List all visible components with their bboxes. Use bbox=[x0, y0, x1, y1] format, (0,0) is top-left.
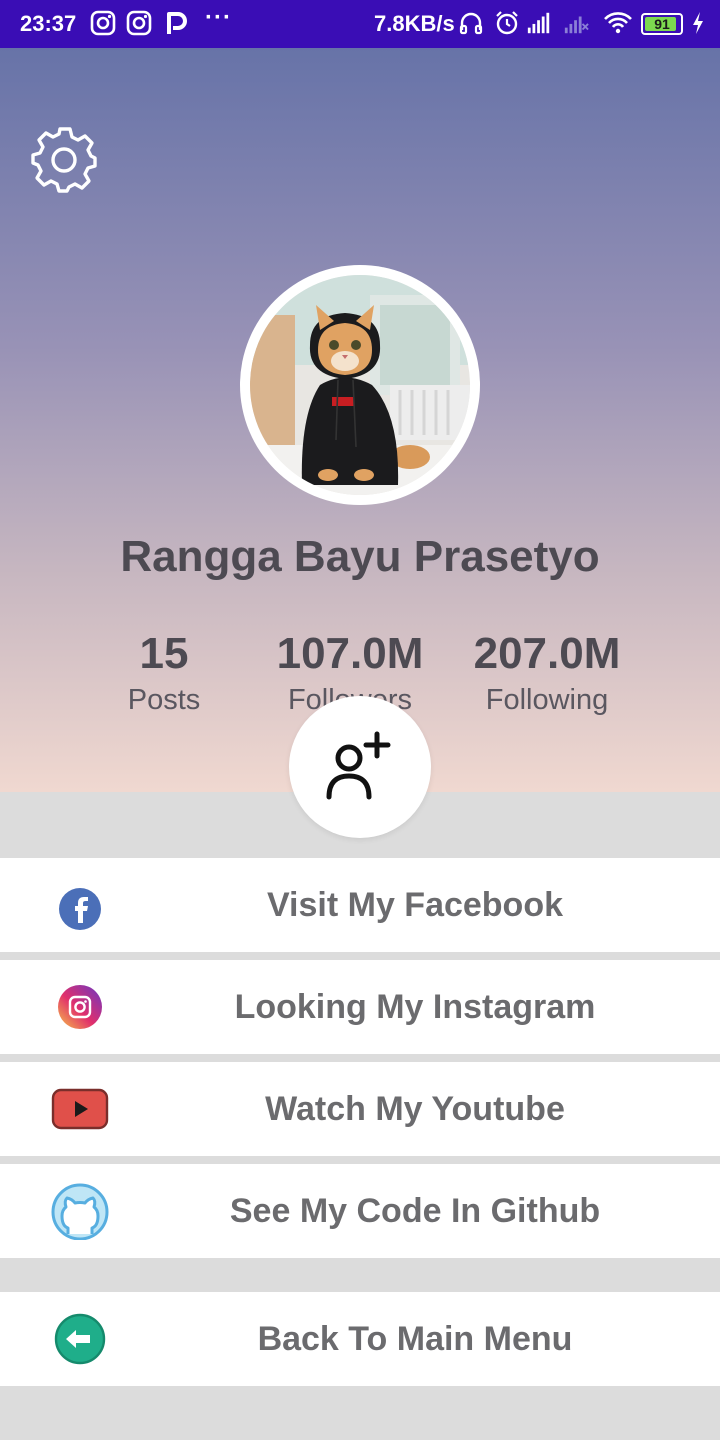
posts-count: 15 bbox=[139, 629, 189, 678]
instagram-icon bbox=[58, 985, 102, 1029]
stat-posts: 15 Posts bbox=[94, 628, 234, 720]
p-app-icon bbox=[167, 12, 187, 34]
profile-header: Rangga Bayu Prasetyo 15 Posts 107.0M Fol… bbox=[0, 48, 720, 792]
github-row[interactable]: See My Code In Github bbox=[0, 1164, 720, 1258]
instagram-label: Looking My Instagram bbox=[234, 988, 596, 1026]
instagram-notification-icon-2 bbox=[126, 10, 152, 36]
headset-icon bbox=[459, 12, 483, 35]
more-notifications-icon: ··· bbox=[205, 4, 232, 31]
stat-following: 207.0M Following bbox=[457, 628, 637, 720]
avatar-photo bbox=[250, 275, 470, 495]
facebook-icon bbox=[59, 888, 101, 930]
network-speed: 7.8KB/s bbox=[374, 11, 455, 36]
profile-avatar bbox=[240, 265, 480, 505]
add-friend-button[interactable] bbox=[289, 696, 431, 838]
status-bar: 23:37 ··· 7.8KB/s 91 bbox=[0, 0, 720, 48]
signal-strength-icon bbox=[527, 12, 550, 34]
instagram-row[interactable]: Looking My Instagram bbox=[0, 960, 720, 1054]
followers-count: 107.0M bbox=[276, 629, 424, 678]
instagram-notification-icon bbox=[90, 10, 116, 36]
facebook-row[interactable]: Visit My Facebook bbox=[0, 858, 720, 952]
profile-name: Rangga Bayu Prasetyo bbox=[120, 532, 600, 581]
charging-icon bbox=[693, 12, 703, 34]
battery-level: 91 bbox=[654, 16, 670, 32]
cat-in-hoodie-photo bbox=[250, 275, 470, 495]
add-user-icon bbox=[326, 731, 391, 800]
facebook-label: Visit My Facebook bbox=[266, 886, 564, 924]
settings-gear-icon[interactable] bbox=[30, 126, 98, 194]
battery-icon: 91 bbox=[641, 13, 683, 35]
wifi-icon bbox=[604, 12, 632, 34]
following-label: Following bbox=[485, 684, 609, 716]
youtube-icon bbox=[51, 1088, 109, 1130]
following-count: 207.0M bbox=[473, 629, 621, 678]
clock: 23:37 bbox=[20, 11, 77, 36]
github-label: See My Code In Github bbox=[229, 1192, 601, 1230]
back-to-main-menu-label: Back To Main Menu bbox=[257, 1320, 573, 1358]
back-arrow-icon bbox=[54, 1313, 106, 1365]
youtube-label: Watch My Youtube bbox=[265, 1090, 565, 1128]
youtube-row[interactable]: Watch My Youtube bbox=[0, 1062, 720, 1156]
back-to-main-menu-row[interactable]: Back To Main Menu bbox=[0, 1292, 720, 1386]
signal-no-service-icon bbox=[564, 16, 589, 34]
alarm-icon bbox=[496, 11, 518, 35]
posts-label: Posts bbox=[127, 684, 201, 716]
github-icon bbox=[51, 1183, 109, 1240]
